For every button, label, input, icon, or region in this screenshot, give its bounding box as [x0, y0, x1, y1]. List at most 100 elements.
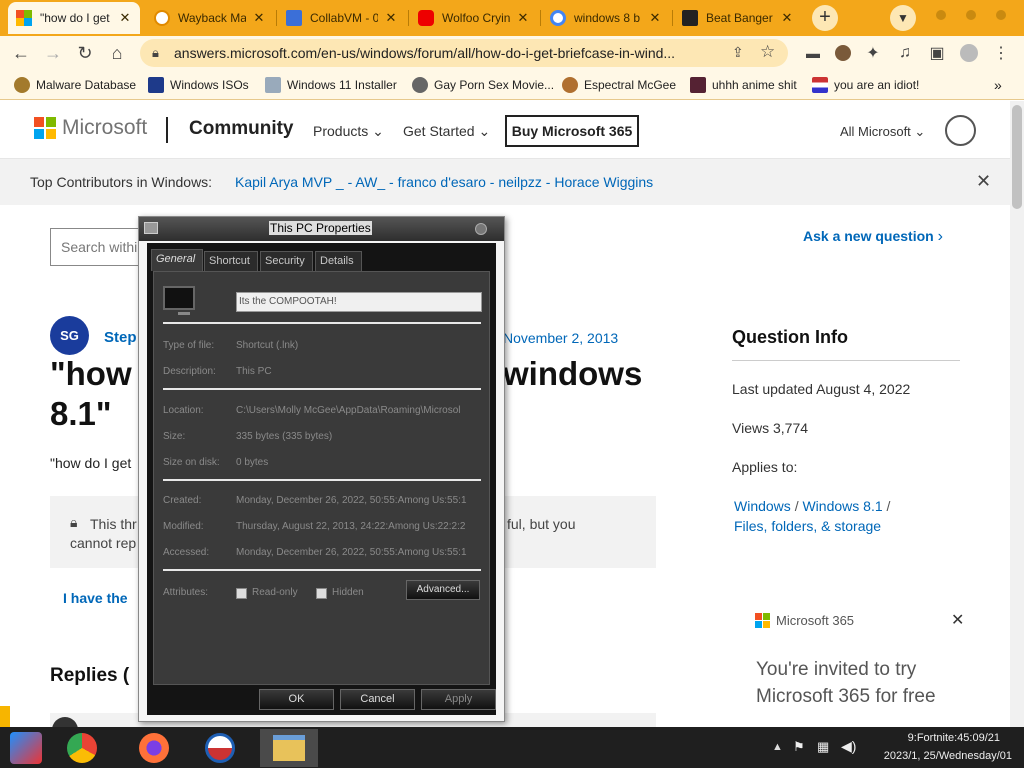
- contributors-list[interactable]: Kapil Arya MVP _ - AW_ - franco d'esaro …: [235, 174, 653, 190]
- profile-extension-icon[interactable]: [830, 40, 856, 66]
- ask-question-link[interactable]: Ask a new question ›: [803, 228, 943, 246]
- nav-get-started[interactable]: Get Started ⌄: [403, 123, 490, 140]
- address-text[interactable]: answers.microsoft.com/en-us/windows/foru…: [174, 45, 719, 61]
- clock-date[interactable]: 2023/1, 25/Wednesday/01: [866, 750, 1012, 762]
- buy-microsoft-365-button[interactable]: Buy Microsoft 365: [505, 115, 639, 147]
- close-tab-icon[interactable]: ✕: [780, 10, 794, 26]
- close-tab-icon[interactable]: ✕: [118, 10, 132, 26]
- bookmarks-bar: Malware Database Windows ISOs Windows 11…: [0, 70, 1024, 100]
- tab-youtube[interactable]: Wolfoo Cryin ✕: [410, 2, 538, 34]
- crumb-windows-81[interactable]: Windows 8.1: [802, 498, 882, 514]
- account-icon[interactable]: [956, 40, 982, 66]
- advanced-button[interactable]: Advanced...: [406, 580, 480, 600]
- tab-details[interactable]: Details: [315, 251, 362, 271]
- file-explorer-icon[interactable]: [260, 729, 318, 767]
- close-tab-icon[interactable]: ✕: [252, 10, 266, 26]
- bookmark-item[interactable]: Malware Database: [14, 76, 136, 94]
- home-icon[interactable]: ⌂: [104, 40, 130, 66]
- tab-search-icon[interactable]: ▼: [890, 5, 916, 31]
- question-title-line2: 8.1": [50, 395, 112, 432]
- nav-products[interactable]: Products ⌄: [313, 123, 384, 140]
- bookmark-item[interactable]: Gay Porn Sex Movie...: [412, 76, 554, 94]
- apply-button[interactable]: Apply: [421, 689, 496, 710]
- lock-icon[interactable]: 🔒︎: [152, 45, 159, 61]
- microsoft-wordmark[interactable]: Microsoft: [62, 116, 147, 140]
- start-button-icon[interactable]: [4, 729, 48, 767]
- bookmarks-overflow-button[interactable]: »: [994, 76, 1002, 94]
- tab-general[interactable]: General: [151, 249, 203, 271]
- clock-time[interactable]: 9:Fortnite:45:09/21: [866, 732, 1000, 744]
- bookmark-item[interactable]: you are an idiot!: [812, 76, 919, 94]
- readonly-checkbox[interactable]: [236, 588, 247, 599]
- flag-icon: [812, 77, 828, 93]
- menu-kebab-icon[interactable]: ⋮: [988, 40, 1014, 66]
- close-icon[interactable]: ✕: [976, 171, 991, 192]
- wayback-icon: [154, 10, 170, 26]
- hidden-label[interactable]: Hidden: [332, 587, 364, 598]
- media-control-icon[interactable]: ♫: [892, 40, 918, 66]
- close-tab-icon[interactable]: ✕: [516, 10, 530, 26]
- bookmark-item[interactable]: Windows 11 Installer: [265, 76, 397, 94]
- all-microsoft-menu[interactable]: All Microsoft ⌄: [840, 124, 925, 140]
- microsoft-logo-icon[interactable]: [34, 117, 56, 139]
- bookmark-item[interactable]: Windows ISOs: [148, 76, 249, 94]
- author-name[interactable]: Step: [104, 329, 137, 346]
- promo-line2: Microsoft 365 for free: [756, 686, 936, 707]
- share-icon[interactable]: ⇪: [732, 44, 744, 61]
- crumb-files-folders[interactable]: Files, folders, & storage: [734, 518, 881, 534]
- minimize-icon[interactable]: [936, 10, 946, 20]
- applies-to-label: Applies to:: [732, 459, 798, 475]
- feedback-tab[interactable]: [0, 706, 10, 727]
- extensions-puzzle-icon[interactable]: ✦: [860, 40, 886, 66]
- new-tab-button[interactable]: +: [812, 5, 838, 31]
- same-question-button[interactable]: I have the: [63, 590, 128, 606]
- tab-google-search[interactable]: windows 8 b ✕: [542, 2, 670, 34]
- tab-microsoft-answers[interactable]: "how do I get ✕: [8, 2, 140, 34]
- bookmark-star-icon[interactable]: ☆: [760, 42, 775, 62]
- show-hidden-icons-icon[interactable]: ▲: [772, 741, 783, 753]
- question-title-left: "how: [50, 355, 132, 392]
- community-title[interactable]: Community: [189, 118, 294, 140]
- obama-logo-icon[interactable]: [198, 729, 242, 767]
- hidden-checkbox[interactable]: [316, 588, 327, 599]
- back-arrow-icon[interactable]: ←: [8, 40, 34, 66]
- tab-security[interactable]: Security: [260, 251, 313, 271]
- shortcut-name-input[interactable]: Its the COMPOOTAH!: [236, 292, 482, 312]
- sign-in-avatar-icon[interactable]: [945, 115, 976, 146]
- maximize-icon[interactable]: [966, 10, 976, 20]
- ok-button[interactable]: OK: [259, 689, 334, 710]
- reload-icon[interactable]: ↻: [72, 40, 98, 66]
- close-window-icon[interactable]: [996, 10, 1006, 20]
- avatar[interactable]: SG: [50, 316, 89, 355]
- dialog-title-bar[interactable]: This PC Properties: [139, 217, 504, 241]
- close-promo-icon[interactable]: ✕: [951, 610, 964, 630]
- action-center-flag-icon[interactable]: ⚑: [793, 739, 805, 755]
- close-icon[interactable]: [475, 223, 487, 235]
- microsoft-icon: [16, 10, 32, 26]
- flag-extension-icon[interactable]: ▬: [800, 40, 826, 66]
- volume-icon[interactable]: ◀): [841, 738, 856, 755]
- chrome-icon[interactable]: [60, 729, 104, 767]
- close-tab-icon[interactable]: ✕: [384, 10, 398, 26]
- bookmark-item[interactable]: uhhh anime shit: [690, 76, 797, 94]
- tab-beat-banger[interactable]: Beat Banger ✕: [674, 2, 802, 34]
- scrollbar-thumb[interactable]: [1012, 105, 1022, 209]
- readonly-label[interactable]: Read-only: [252, 587, 298, 598]
- forward-arrow-icon[interactable]: →: [40, 40, 66, 66]
- address-bar[interactable]: 🔒︎ answers.microsoft.com/en-us/windows/f…: [140, 39, 788, 67]
- side-panel-icon[interactable]: ▣: [924, 40, 950, 66]
- close-tab-icon[interactable]: ✕: [648, 10, 662, 26]
- crumb-windows[interactable]: Windows: [734, 498, 791, 514]
- firefox-icon[interactable]: [132, 729, 176, 767]
- lock-icon: 🔒︎: [70, 514, 78, 530]
- question-title-right: windows: [503, 355, 643, 392]
- cancel-button[interactable]: Cancel: [340, 689, 415, 710]
- network-icon[interactable]: ▦: [817, 739, 829, 755]
- tab-shortcut[interactable]: Shortcut: [204, 251, 258, 271]
- page-scrollbar[interactable]: [1010, 101, 1024, 727]
- divider: [163, 569, 481, 571]
- bookmark-item[interactable]: Espectral McGee: [562, 76, 676, 94]
- size-on-disk-value: 0 bytes: [236, 457, 269, 468]
- tab-collabvm[interactable]: CollabVM - 0 ✕: [278, 2, 406, 34]
- tab-wayback[interactable]: Wayback Ma ✕: [146, 2, 274, 34]
